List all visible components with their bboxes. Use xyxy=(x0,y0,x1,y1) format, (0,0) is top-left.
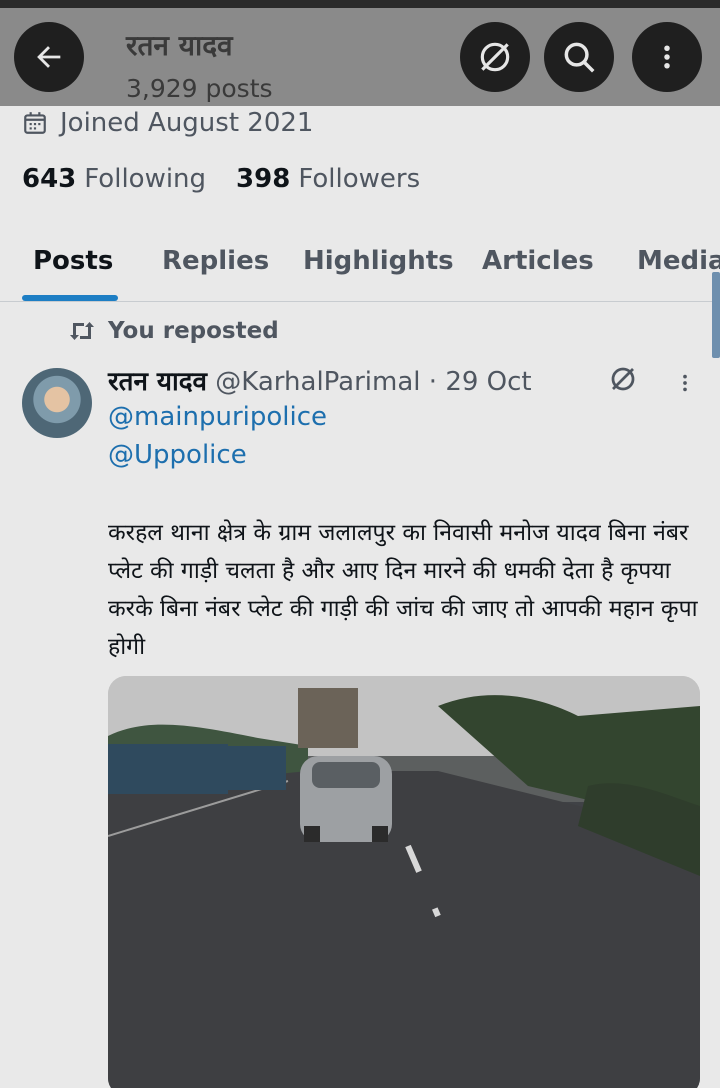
search-button[interactable] xyxy=(544,22,614,92)
post-text: करहल थाना क्षेत्र के ग्राम जलालपुर का नि… xyxy=(108,520,698,660)
header-profile-name: रतन यादव xyxy=(126,29,233,62)
scrollbar[interactable] xyxy=(712,272,720,358)
post-grok-button[interactable] xyxy=(608,364,638,398)
header-posts-count: 3,929 posts xyxy=(126,74,273,103)
more-vertical-icon xyxy=(683,374,687,392)
post-date[interactable]: 29 Oct xyxy=(445,367,531,397)
search-icon xyxy=(564,42,595,73)
profile-tabs: Posts Replies Highlights Articles Media xyxy=(0,240,720,302)
tab-articles[interactable]: Articles xyxy=(482,246,594,276)
post-separator: · xyxy=(428,367,438,397)
following-link[interactable]: 643 Following xyxy=(22,164,206,194)
more-button[interactable] xyxy=(632,22,702,92)
post-header: रतन यादव @KarhalParimal · 29 Oct xyxy=(108,362,532,398)
no-sync-icon xyxy=(480,42,510,72)
calendar-icon xyxy=(24,112,46,134)
active-tab-indicator xyxy=(22,295,118,301)
followers-link[interactable]: 398 Followers xyxy=(236,164,420,194)
mention-link[interactable]: @mainpuripolice xyxy=(108,402,327,432)
following-label: Following xyxy=(84,164,207,194)
repost-indicator: You reposted xyxy=(62,318,279,344)
arrow-left-icon xyxy=(37,46,61,68)
top-bar: रतन यादव 3,929 posts xyxy=(0,0,720,106)
follow-stats: 643 Following 398 Followers xyxy=(22,164,420,194)
joined-date: Joined August 2021 xyxy=(22,108,313,138)
tab-replies[interactable]: Replies xyxy=(162,246,269,276)
no-sync-icon xyxy=(611,367,635,391)
avatar[interactable] xyxy=(22,368,92,438)
tab-media[interactable]: Media xyxy=(637,246,720,276)
grok-button[interactable] xyxy=(460,22,530,92)
profile-page: रतन यादव 3,929 posts Joined August 2021 … xyxy=(0,0,720,1088)
followers-label: Followers xyxy=(298,164,421,194)
following-count: 643 xyxy=(22,164,77,194)
repost-icon xyxy=(70,322,94,340)
tab-posts[interactable]: Posts xyxy=(33,246,113,276)
road-photo xyxy=(108,676,700,1088)
post-author-name[interactable]: रतन यादव xyxy=(108,367,207,397)
post-image[interactable] xyxy=(108,676,700,1088)
joined-text: Joined August 2021 xyxy=(60,108,314,138)
more-vertical-icon xyxy=(664,45,670,69)
followers-count: 398 xyxy=(236,164,291,194)
post-more-button[interactable] xyxy=(674,368,696,402)
mention-link[interactable]: @Uppolice xyxy=(108,440,247,470)
post-author-handle[interactable]: @KarhalParimal xyxy=(215,367,420,397)
header-strip xyxy=(0,0,720,8)
tab-highlights[interactable]: Highlights xyxy=(303,246,454,276)
back-button[interactable] xyxy=(14,22,84,92)
repost-label: You reposted xyxy=(108,318,279,344)
